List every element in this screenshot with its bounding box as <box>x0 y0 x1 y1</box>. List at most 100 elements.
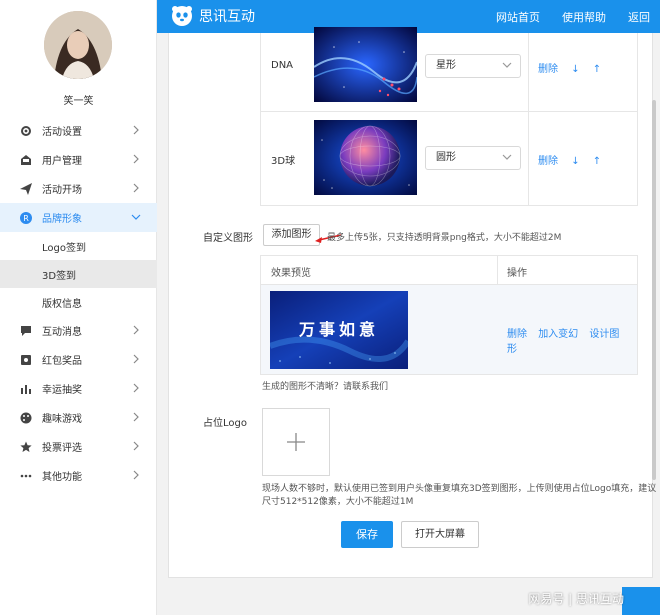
submenu-item-copyright[interactable]: 版权信息 <box>0 288 157 316</box>
save-button[interactable]: 保存 <box>341 521 393 548</box>
chevron-right-icon <box>133 183 139 193</box>
placeholder-hint: 现场人数不够时，默认使用已签到用户头像重复填充3D签到图形，上传则使用占位Log… <box>262 484 657 494</box>
shape-select[interactable]: 圆形 <box>425 146 521 170</box>
table-header: 效果预览 操作 <box>261 256 637 285</box>
chevron-right-icon <box>133 354 139 364</box>
column-divider <box>528 33 529 111</box>
move-up-link[interactable]: ↑ <box>593 156 601 167</box>
move-down-link[interactable]: ↓ <box>571 64 579 75</box>
corner-logo <box>622 587 660 615</box>
preview-text: 万事如意 <box>298 320 379 339</box>
nav-back-link[interactable]: 返回 <box>628 9 650 25</box>
shape-name: 3D球 <box>271 156 296 167</box>
sidebar-item-lucky-draw[interactable]: 幸运抽奖 <box>0 374 157 403</box>
shape-table: DNA 星形 删除 ↓ ↑ 3D球 圆形 删除 ↓ ↑ <box>260 27 638 206</box>
sidebar-item-brand-image[interactable]: R 品牌形象 <box>0 203 157 232</box>
custom-shape-preview: 万事如意 <box>270 291 408 369</box>
sidebar-item-label: 互动消息 <box>42 327 82 338</box>
delete-link[interactable]: 删除 <box>538 64 558 75</box>
shape-select-value: 星形 <box>436 60 456 71</box>
add-shape-button[interactable]: 添加图形 <box>263 224 320 246</box>
more-icon <box>20 470 32 482</box>
sidebar-item-label: 红包奖品 <box>42 356 82 367</box>
shape-name: DNA <box>271 60 294 71</box>
column-divider <box>528 112 529 205</box>
user-avatar[interactable] <box>44 11 112 79</box>
upload-hint: 最多上传5张，只支持透明背景png格式，大小不能超过2M <box>327 233 562 243</box>
chevron-right-icon <box>133 125 139 135</box>
sidebar-item-fun-games[interactable]: 趣味游戏 <box>0 403 157 432</box>
sidebar-item-activity-settings[interactable]: 活动设置 <box>0 116 157 145</box>
submenu-item-logo-signin[interactable]: Logo签到 <box>0 232 157 260</box>
shape-row: DNA 星形 删除 ↓ ↑ <box>261 27 637 112</box>
shape-select-value: 圆形 <box>436 152 456 163</box>
chevron-down-icon <box>502 62 512 68</box>
brand[interactable]: 思讯互动 <box>171 5 255 27</box>
chevron-right-icon <box>133 441 139 451</box>
chat-icon <box>20 325 32 337</box>
shape-ops: 删除 ↓ ↑ <box>538 60 611 75</box>
header-nav: 网站首页 使用帮助 返回 <box>474 0 650 33</box>
registered-icon: R <box>20 211 32 224</box>
column-header-ops: 操作 <box>507 268 527 279</box>
delete-link[interactable]: 删除 <box>507 329 527 340</box>
placeholder-logo-label: 占位Logo <box>203 418 247 429</box>
sidebar-item-label: 活动设置 <box>42 127 82 138</box>
delete-link[interactable]: 删除 <box>538 156 558 167</box>
move-up-link[interactable]: ↑ <box>593 64 601 75</box>
chevron-right-icon <box>133 154 139 164</box>
add-to-transform-link[interactable]: 加入变幻 <box>538 329 578 340</box>
column-header-preview: 效果预览 <box>271 268 311 279</box>
sidebar-item-red-packet[interactable]: 红包奖品 <box>0 345 157 374</box>
username: 笑一笑 <box>63 96 94 107</box>
scrollbar-thumb[interactable] <box>652 100 656 480</box>
chevron-down-icon <box>131 214 141 220</box>
brand-name: 思讯互动 <box>199 9 255 25</box>
submenu-item-3d-signin[interactable]: 3D签到 <box>0 260 157 288</box>
gift-icon <box>20 354 32 366</box>
shape-row: 3D球 圆形 删除 ↓ ↑ <box>261 112 637 206</box>
sidebar-item-label: 活动开场 <box>42 185 82 196</box>
sidebar-item-other[interactable]: 其他功能 <box>0 461 157 490</box>
sidebar-item-user-management[interactable]: 用户管理 <box>0 145 157 174</box>
custom-shape-label: 自定义图形 <box>203 233 253 244</box>
plus-icon <box>287 433 305 451</box>
star-icon <box>20 441 32 453</box>
palette-icon <box>20 412 32 424</box>
bar-chart-icon <box>20 383 32 395</box>
sidebar: 笑一笑 活动设置 用户管理 活动开场 R 品牌形象 Logo签到 3D签到 版权… <box>0 0 157 615</box>
chevron-right-icon <box>133 325 139 335</box>
chevron-down-icon <box>502 154 512 160</box>
sidebar-item-label: 品牌形象 <box>42 214 82 225</box>
inbox-icon <box>20 154 32 166</box>
table-row: 万事如意 删除 加入变幻 设计图形 <box>261 285 637 374</box>
placeholder-hint-2: 尺寸512*512像素，大小不能超过1M <box>262 497 414 507</box>
watermark: 网易号 | 思讯互动 <box>528 592 624 606</box>
shape-thumbnail <box>314 27 417 102</box>
logo-upload[interactable] <box>262 408 330 476</box>
nav-home-link[interactable]: 网站首页 <box>496 9 540 25</box>
sidebar-item-voting[interactable]: 投票评选 <box>0 432 157 461</box>
sidebar-item-label: 投票评选 <box>42 443 82 454</box>
column-divider <box>497 256 498 285</box>
open-big-screen-button[interactable]: 打开大屏幕 <box>401 521 479 548</box>
svg-text:R: R <box>23 214 29 223</box>
move-down-link[interactable]: ↓ <box>571 156 579 167</box>
panda-logo-icon <box>172 6 192 26</box>
shape-ops: 删除 ↓ ↑ <box>538 152 611 167</box>
nav-help-link[interactable]: 使用帮助 <box>562 9 606 25</box>
send-icon <box>20 182 32 195</box>
sidebar-item-interactive-messages[interactable]: 互动消息 <box>0 316 157 345</box>
sidebar-item-activity-opening[interactable]: 活动开场 <box>0 174 157 203</box>
custom-shape-table: 效果预览 操作 万事如意 删除 加入变幻 设计图形 <box>260 255 638 375</box>
sidebar-menu: 活动设置 用户管理 活动开场 R 品牌形象 Logo签到 3D签到 版权信息 互… <box>0 116 157 490</box>
chevron-right-icon <box>133 470 139 480</box>
chevron-right-icon <box>133 383 139 393</box>
sidebar-item-label: 其他功能 <box>42 472 82 483</box>
gear-icon <box>20 125 32 137</box>
shape-select[interactable]: 星形 <box>425 54 521 78</box>
sidebar-item-label: 用户管理 <box>42 156 82 167</box>
contact-note[interactable]: 生成的图形不清晰？请联系我们 <box>262 379 388 392</box>
chevron-right-icon <box>133 412 139 422</box>
sidebar-item-label: 趣味游戏 <box>42 414 82 425</box>
